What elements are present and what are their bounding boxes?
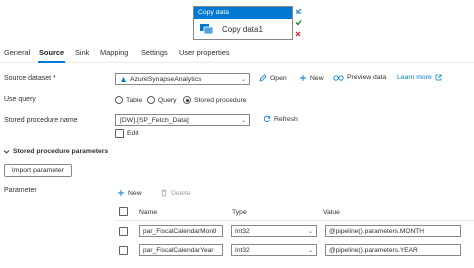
edit-checkbox[interactable]	[115, 129, 124, 138]
new-parameter-button[interactable]: New	[117, 189, 142, 197]
stored-procedure-select[interactable]: [DW].[SP_Fetch_Data] ⌄	[115, 114, 250, 126]
param-value-input[interactable]: @pipeline().parameters.MONTH	[325, 225, 461, 237]
column-header-value: Value	[323, 209, 340, 216]
param-type-select[interactable]: Int32 ⌄	[231, 225, 317, 237]
param-name-input[interactable]: par_FiscalCalendarMontl	[139, 225, 223, 237]
copy-data-activity-node[interactable]: Copy data Copy data1	[193, 6, 293, 40]
glasses-icon	[333, 74, 347, 81]
source-dataset-value: AzureSynapseAnalytics	[130, 75, 202, 83]
parameters-table: Name Type Value par_FiscalCalendarMontl …	[115, 204, 474, 266]
tab-mapping[interactable]: Mapping	[100, 48, 128, 57]
activity-status-icon	[294, 6, 302, 17]
pencil-icon	[259, 74, 270, 82]
success-check-icon[interactable]	[294, 17, 302, 28]
param-type-select[interactable]: Int32 ⌄	[231, 244, 317, 256]
plus-icon	[117, 189, 128, 197]
radio-stored-procedure-circle[interactable]	[183, 96, 191, 104]
row-checkbox[interactable]	[119, 227, 128, 236]
preview-data-button[interactable]: Preview data	[333, 74, 386, 81]
chevron-down-icon: ⌄	[307, 248, 313, 254]
parameter-label: Parameter	[4, 187, 37, 194]
activity-name: Copy data1	[222, 24, 263, 34]
use-query-label: Use query	[4, 96, 36, 103]
activity-status-strip	[294, 6, 302, 39]
chevron-down-icon: ⌄	[307, 229, 313, 235]
header-divider	[115, 220, 474, 221]
stored-procedure-parameters-toggle[interactable]: Stored procedure parameters	[3, 148, 108, 155]
stored-procedure-value: [DW].[SP_Fetch_Data]	[120, 116, 189, 124]
refresh-button[interactable]: Refresh	[263, 115, 298, 123]
refresh-icon	[263, 115, 274, 123]
tab-settings[interactable]: Settings	[141, 48, 168, 57]
plus-icon	[299, 74, 310, 82]
activity-type-label: Copy data	[194, 7, 292, 19]
row-checkbox[interactable]	[119, 246, 128, 255]
tab-general[interactable]: General	[4, 48, 30, 57]
properties-tabs: General Source Sink Mapping Settings Use…	[0, 45, 474, 63]
param-value-input[interactable]: @pipeline().parameters.YEAR	[325, 244, 461, 256]
tab-source[interactable]: Source	[37, 48, 66, 63]
stored-procedure-name-label: Stored procedure name	[4, 117, 78, 124]
select-all-checkbox[interactable]	[119, 207, 128, 216]
param-name-input[interactable]: par_FiscalCalendarYear	[139, 244, 223, 256]
radio-stored-procedure[interactable]: Stored procedure	[183, 96, 247, 104]
column-header-type: Type	[232, 209, 247, 216]
source-dataset-select[interactable]: AzureSynapseAnalytics ⌄	[115, 73, 250, 85]
learn-more-link[interactable]: Learn more	[397, 74, 445, 81]
open-dataset-button[interactable]: Open	[259, 74, 287, 82]
synapse-dataset-icon	[120, 76, 127, 83]
tab-sink[interactable]: Sink	[75, 48, 89, 57]
table-row: par_FiscalCalendarYear Int32 ⌄ @pipeline…	[115, 242, 474, 260]
chevron-down-icon: ⌄	[240, 77, 246, 83]
copy-data-icon	[200, 23, 222, 35]
column-header-name: Name	[139, 209, 158, 216]
radio-table-circle[interactable]	[115, 96, 123, 104]
source-dataset-label: Source dataset *	[4, 75, 56, 82]
radio-query-circle[interactable]	[147, 96, 155, 104]
import-parameter-button[interactable]: Import parameter	[4, 164, 72, 177]
delete-parameter-button[interactable]: Delete	[160, 189, 191, 197]
tab-user-properties[interactable]: User properties	[179, 48, 230, 57]
trash-icon	[160, 189, 171, 197]
external-link-icon	[435, 74, 445, 81]
new-dataset-button[interactable]: New	[299, 74, 324, 82]
edit-checkbox-row[interactable]: Edit	[115, 129, 139, 138]
chevron-down-icon: ⌄	[240, 118, 246, 124]
failure-cross-icon[interactable]	[294, 28, 302, 39]
required-mark: *	[53, 75, 56, 82]
radio-table[interactable]: Table	[115, 96, 142, 104]
table-row: par_FiscalCalendarMontl Int32 ⌄ @pipelin…	[115, 223, 474, 241]
radio-query[interactable]: Query	[147, 96, 177, 104]
chevron-down-icon	[3, 148, 10, 155]
